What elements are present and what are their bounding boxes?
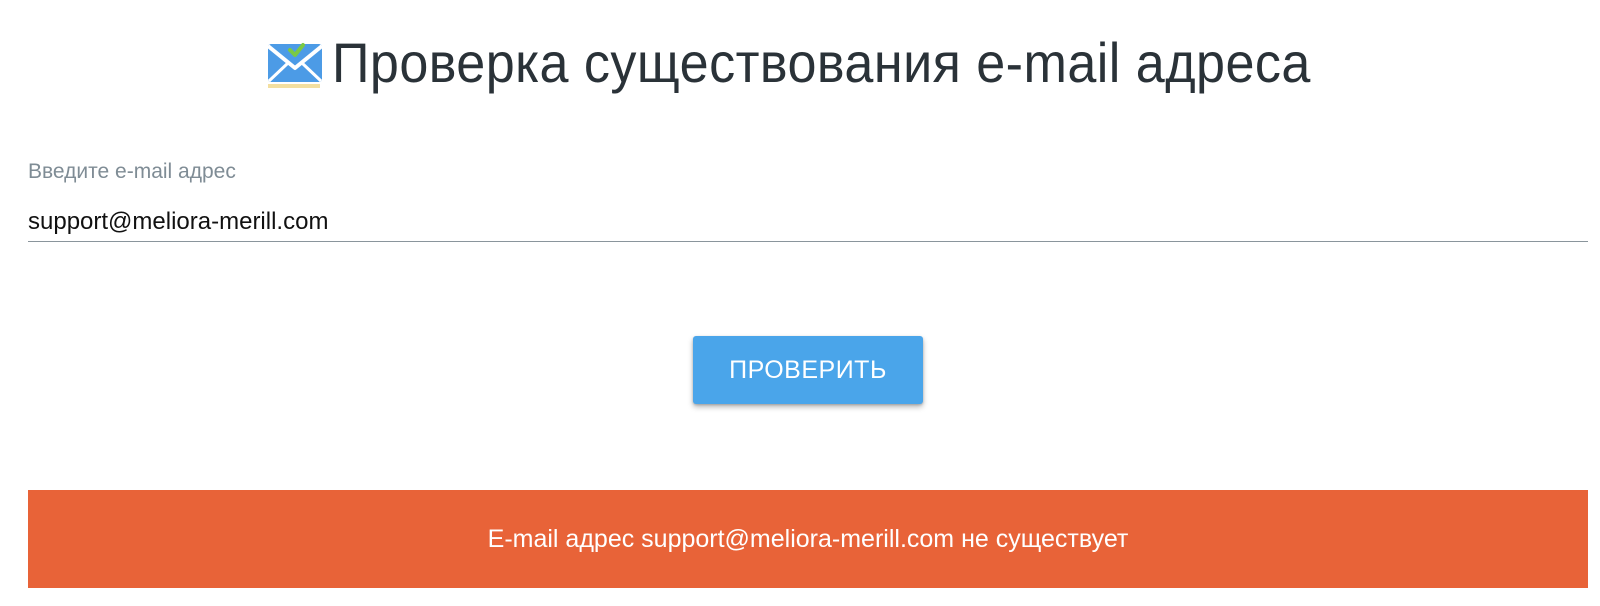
check-button[interactable]: ПРОВЕРИТЬ xyxy=(693,336,923,404)
email-field-label: Введите e-mail адрес xyxy=(28,160,236,183)
header: Проверка существования e-mail адреса xyxy=(0,22,1600,102)
result-message: E-mail адрес support@meliora-merill.com … xyxy=(487,524,1129,553)
page: Проверка существования e-mail адреса Вве… xyxy=(0,0,1600,606)
email-field: Введите e-mail адрес xyxy=(28,160,1588,252)
email-input[interactable] xyxy=(28,202,1588,242)
page-title: Проверка существования e-mail адреса xyxy=(331,30,1311,94)
envelope-check-icon xyxy=(266,34,324,92)
result-banner: E-mail адрес support@meliora-merill.com … xyxy=(28,490,1588,588)
